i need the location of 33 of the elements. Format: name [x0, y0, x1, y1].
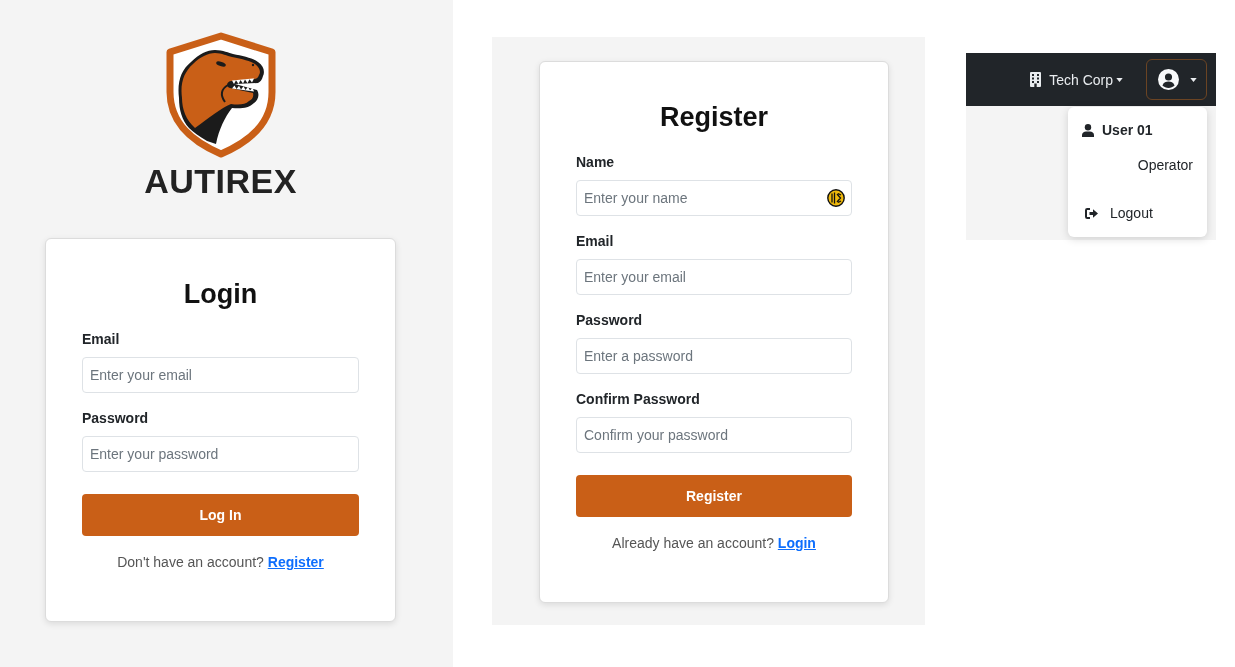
user-circle-icon [1158, 69, 1179, 90]
input-field[interactable]: Enter your name [576, 180, 852, 216]
input-field[interactable]: Enter your password [82, 436, 359, 472]
caret-icon [1116, 77, 1123, 82]
user-menu-button[interactable] [1146, 59, 1207, 100]
company-dropdown[interactable]: Tech Corp [1030, 69, 1123, 90]
user-name: User 01 [1102, 121, 1153, 140]
field-label: Confirm Password [576, 390, 701, 409]
circle-emblem-icon[interactable] [827, 189, 845, 207]
logout-icon [1085, 207, 1098, 219]
form-title: Register [658, 101, 769, 134]
field-label: Email [576, 232, 615, 251]
register-link[interactable]: Register [267, 554, 324, 570]
input-field[interactable]: Confirm your password [576, 417, 852, 453]
login-button[interactable]: Log In [82, 494, 359, 536]
field-label: Password [576, 311, 644, 330]
caret-icon [1190, 77, 1197, 82]
input-field[interactable]: Enter a password [576, 338, 852, 374]
input-field[interactable]: Enter your email [576, 259, 852, 295]
login-prompt: Already have an account? Login [611, 534, 817, 553]
register-button[interactable]: Register [576, 475, 852, 517]
brand-name: AUTIREX [144, 161, 297, 201]
field-label: Password [82, 409, 150, 428]
user-role: Operator [1137, 156, 1193, 175]
logout-item[interactable]: Logout [1082, 203, 1193, 223]
field-label: Email [82, 330, 121, 349]
signup-prompt: Don't have an account? Register [116, 553, 325, 572]
input-field[interactable]: Enter your email [82, 357, 359, 393]
field-label: Name [576, 153, 616, 172]
login-link[interactable]: Login [777, 535, 816, 551]
person-icon [1082, 123, 1094, 137]
form-title: Login [182, 278, 259, 311]
building-icon [1030, 72, 1042, 87]
